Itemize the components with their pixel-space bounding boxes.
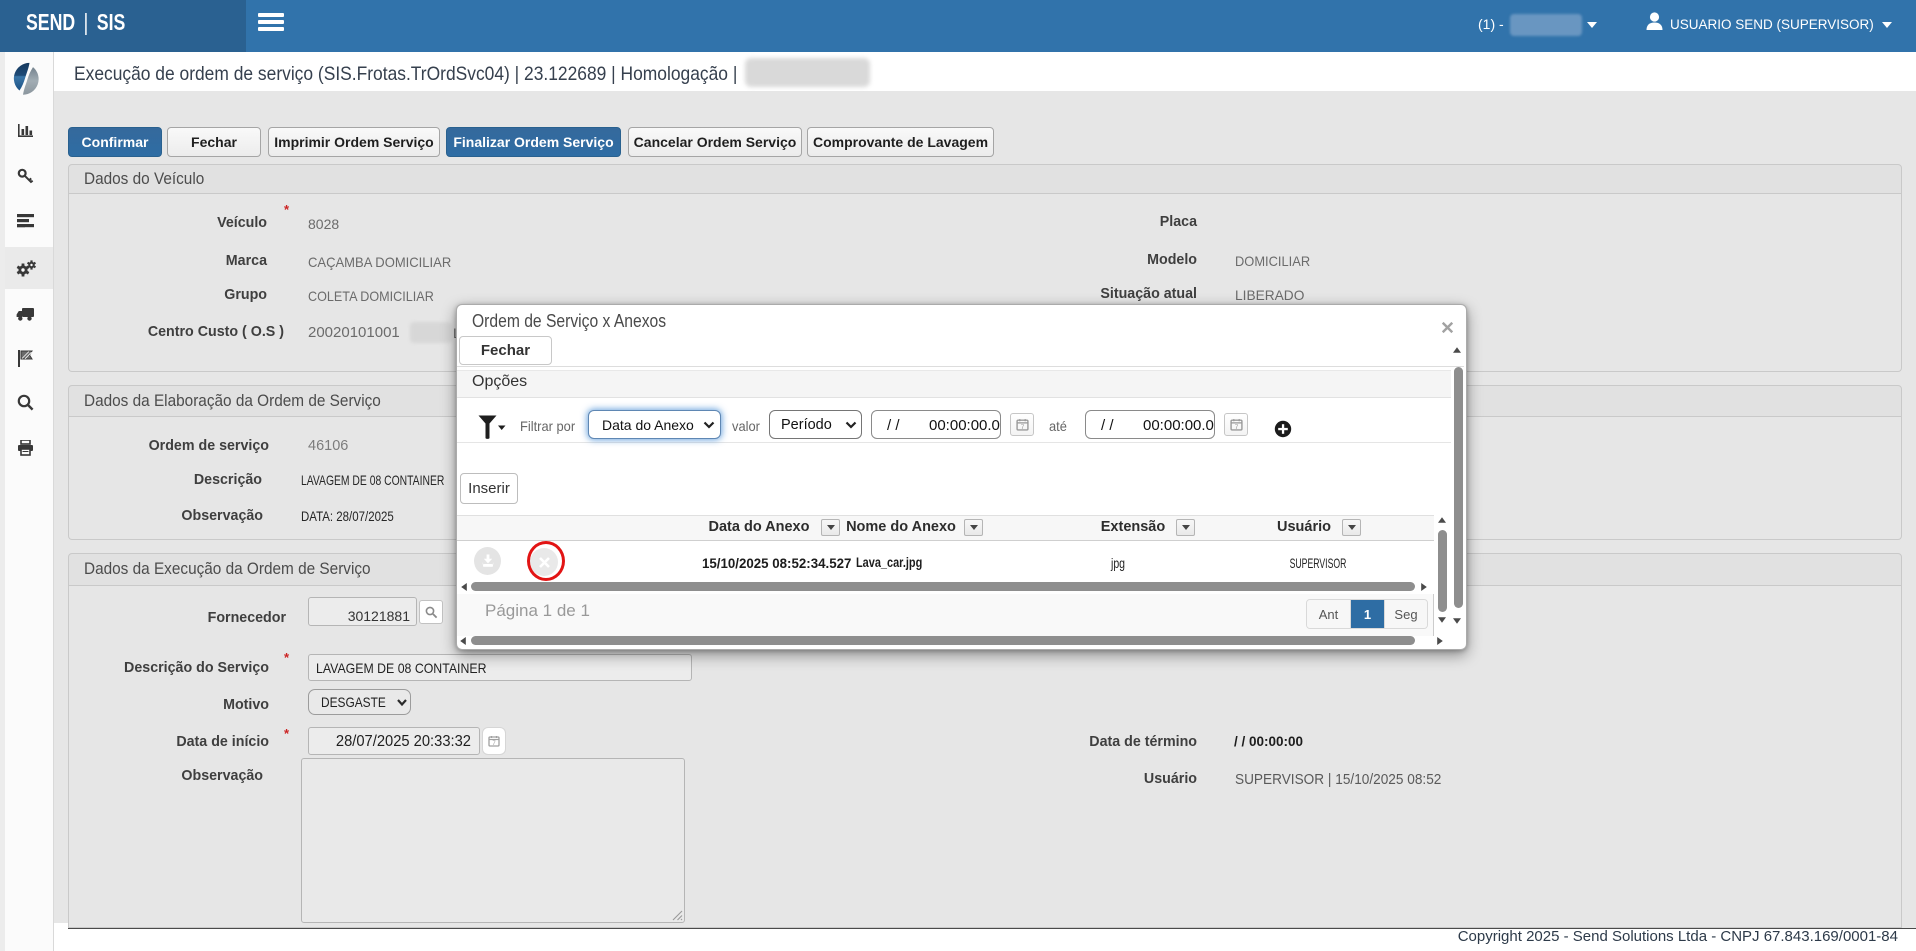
svg-text:7: 7 <box>1020 424 1024 431</box>
svg-text:7: 7 <box>1234 424 1238 431</box>
